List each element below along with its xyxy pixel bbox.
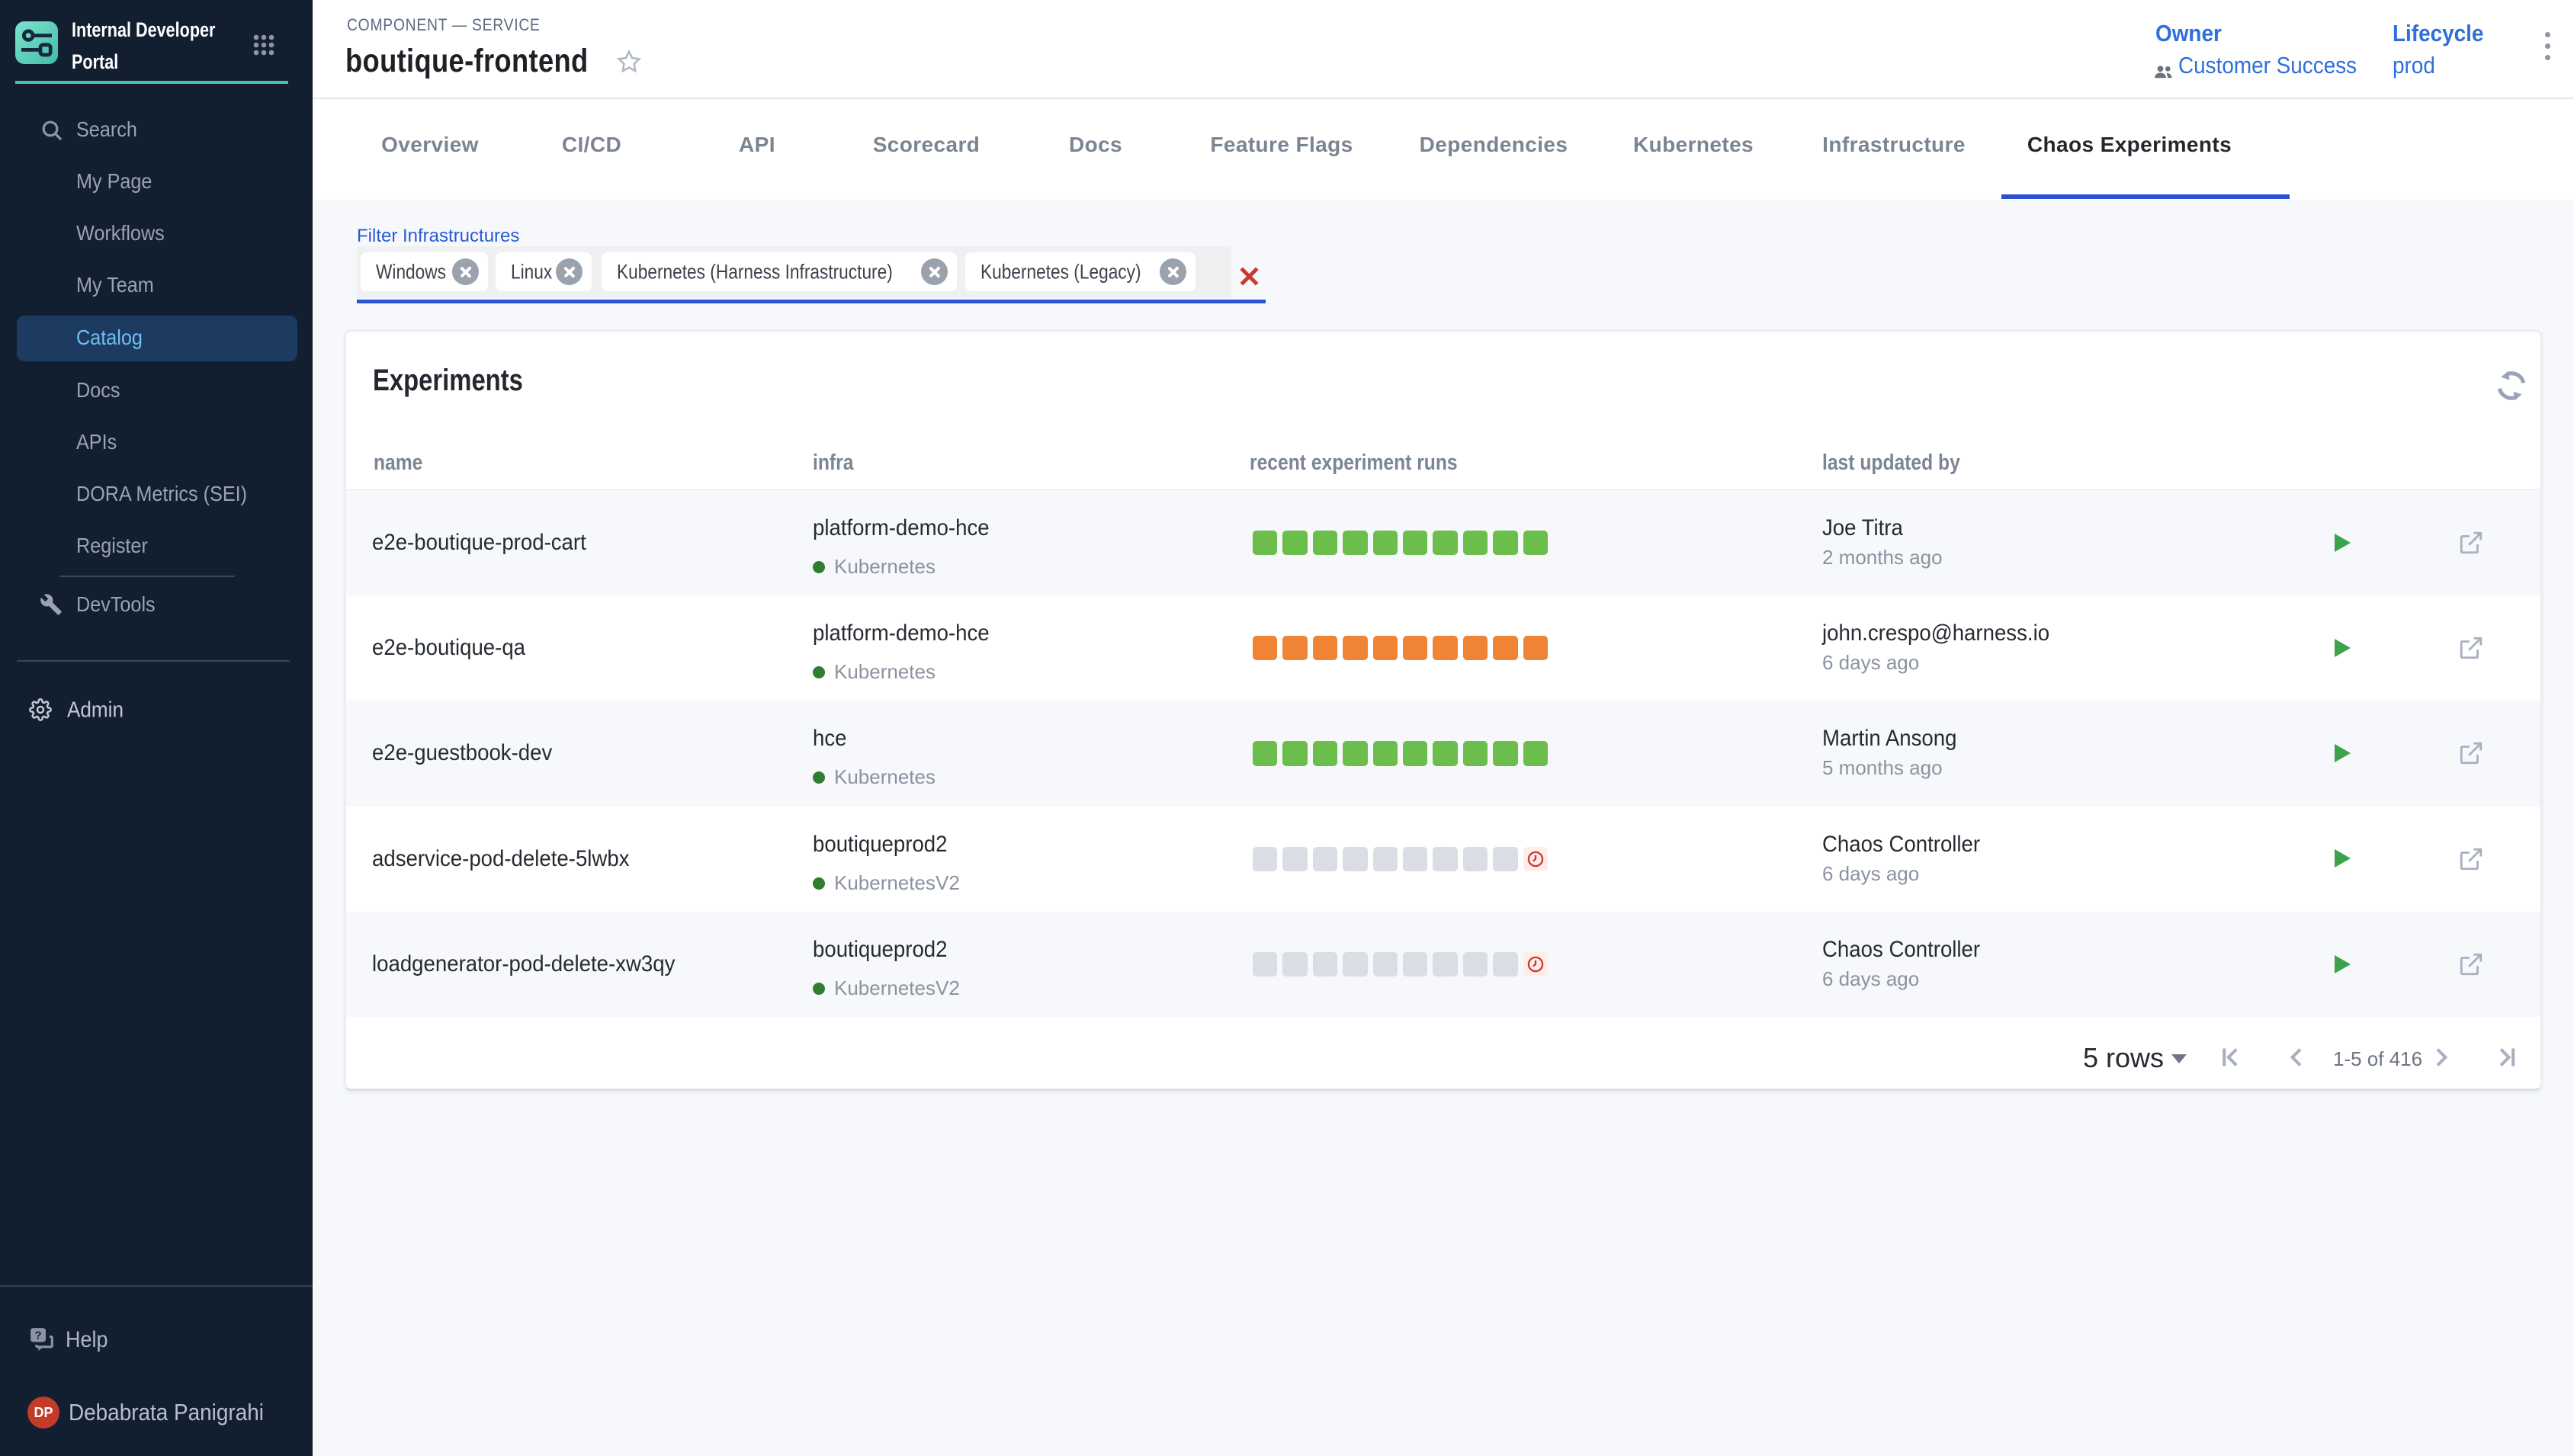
svg-text:?: ?	[35, 1329, 42, 1342]
